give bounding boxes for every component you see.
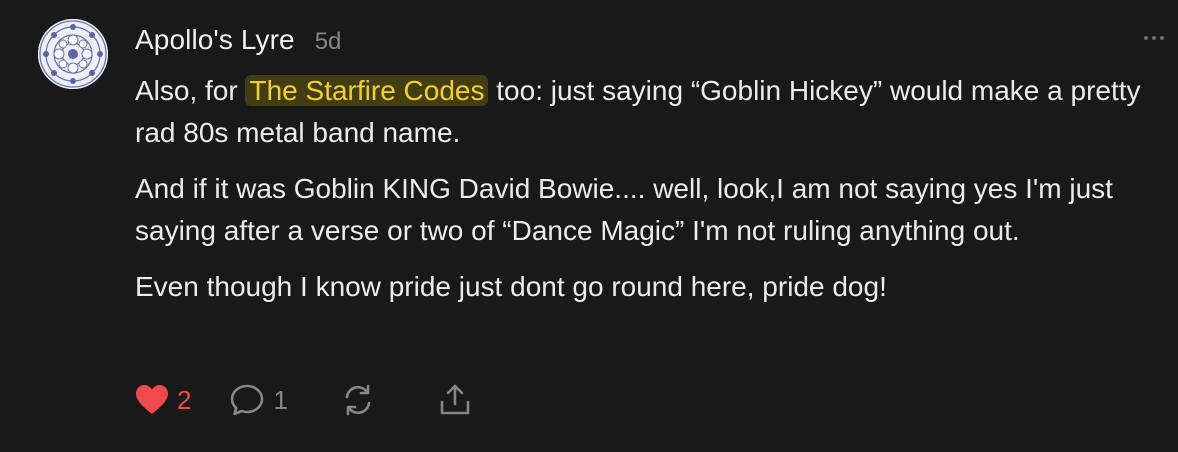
restack-icon: [345, 384, 371, 416]
restack-button[interactable]: [340, 382, 376, 418]
comment-body: Also, for The Starfire Codes too: just s…: [135, 70, 1160, 322]
reply-count: 1: [273, 384, 288, 415]
speech-bubble-icon: [231, 384, 264, 416]
more-dot-icon: [1152, 36, 1156, 40]
comment-card: Apollo's Lyre 5d Also, for The Starfire …: [0, 0, 1178, 452]
comment-actions: 2 1: [135, 380, 472, 420]
like-button[interactable]: 2: [135, 384, 191, 416]
reply-button[interactable]: 1: [229, 383, 288, 417]
more-dot-icon: [1144, 36, 1148, 40]
publication-mention-link[interactable]: The Starfire Codes: [245, 75, 489, 106]
more-dot-icon: [1160, 36, 1164, 40]
author-name[interactable]: Apollo's Lyre: [135, 24, 295, 56]
comment-paragraph-3: Even though I know pride just dont go ro…: [135, 271, 887, 302]
timestamp[interactable]: 5d: [315, 28, 342, 56]
comment-paragraph-1: Also, for The Starfire Codes too: just s…: [135, 70, 1160, 154]
share-icon: [440, 384, 470, 415]
more-options-button[interactable]: [1140, 28, 1168, 48]
comment-paragraph-2: And if it was Goblin KING David Bowie...…: [135, 173, 1113, 246]
avatar[interactable]: [38, 19, 108, 89]
comment-header: Apollo's Lyre 5d: [135, 24, 341, 56]
heart-icon: [136, 385, 168, 414]
share-button[interactable]: [438, 382, 472, 418]
like-count: 2: [177, 384, 192, 415]
paragraph-text: Also, for: [135, 75, 246, 106]
mandala-avatar-icon: [38, 19, 108, 89]
